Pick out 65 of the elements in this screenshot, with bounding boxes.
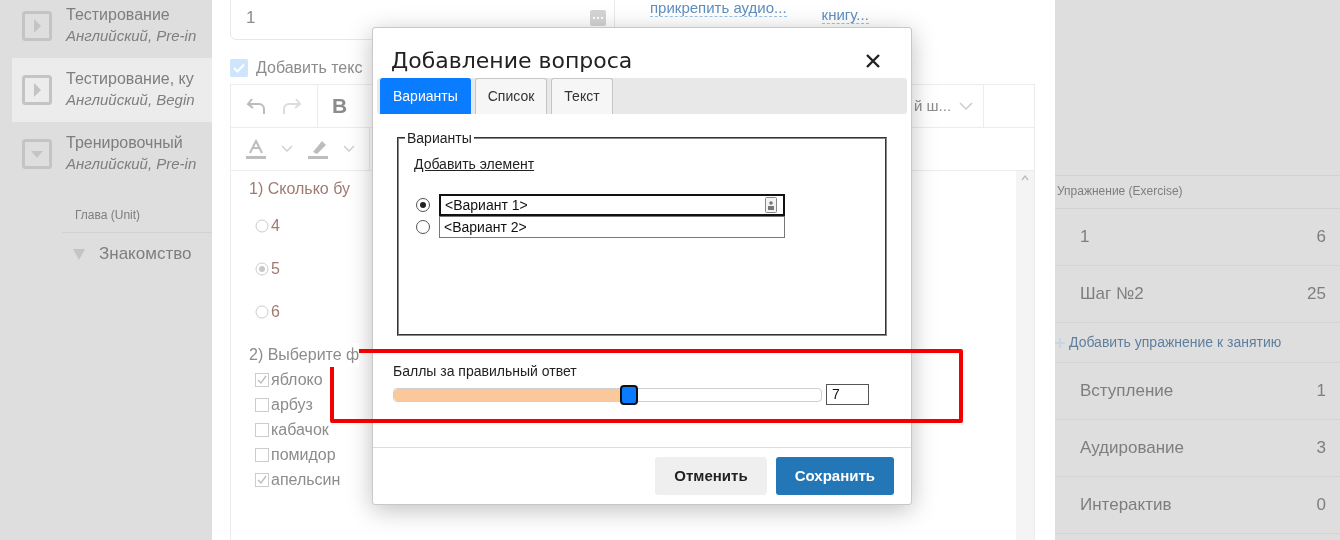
save-button[interactable]: Сохранить — [775, 457, 894, 495]
slider-label: Баллы за правильный ответ — [393, 362, 578, 381]
course-title[interactable]: Тестирование, ку — [66, 68, 195, 90]
column-header: Упражнение (Exercise) — [1055, 175, 1340, 209]
plus-icon — [1055, 337, 1065, 348]
course-subtitle: Английский, Pre-in — [66, 154, 197, 175]
collapse-icon[interactable] — [22, 139, 52, 169]
exercise-count: 0 — [1316, 494, 1326, 517]
highlighter-icon[interactable] — [307, 138, 329, 160]
exercise-count: 6 — [1316, 226, 1326, 249]
option-label: 5 — [271, 258, 280, 279]
dialog-title: Добавление вопроса — [391, 46, 633, 75]
checkbox[interactable] — [255, 447, 269, 462]
checkbox-label: Добавить текс — [256, 58, 363, 78]
exercise-count: 3 — [1316, 437, 1326, 460]
cancel-button[interactable]: Отменить — [655, 457, 767, 495]
exercise-item[interactable]: Шаг №2 — [1080, 281, 1144, 307]
option-label: апельсин — [271, 469, 341, 490]
exercise-count: 1 — [1316, 380, 1326, 403]
close-icon — [865, 52, 881, 69]
option-label: арбуз — [271, 394, 313, 415]
exercise-item[interactable]: Аудирование — [1080, 435, 1185, 461]
contact-card-icon — [765, 197, 777, 213]
option-label: яблоко — [271, 369, 323, 390]
attach-link[interactable]: прикрепить аудио... — [650, 0, 787, 17]
option-label: 6 — [271, 301, 280, 322]
add-exercise-link[interactable]: Добавить упражнение к занятию — [1055, 323, 1340, 363]
tab[interactable]: Список — [474, 78, 548, 114]
option-label: кабачок — [271, 419, 329, 440]
add-item-link[interactable]: Добавить элемент — [414, 154, 535, 175]
scrollbar[interactable] — [1016, 171, 1034, 540]
chevron-down-icon — [959, 102, 974, 110]
unit-item[interactable]: Знакомство — [99, 241, 192, 267]
option-field[interactable]: <Вариант 1> — [439, 194, 785, 216]
scroll-up-icon[interactable] — [1021, 175, 1029, 181]
checkbox[interactable] — [255, 397, 269, 412]
chevron-down-icon[interactable] — [343, 145, 355, 153]
bold-button[interactable]: B — [332, 90, 348, 122]
slider-thumb[interactable] — [619, 384, 638, 405]
triangle-down-icon[interactable] — [73, 247, 85, 260]
checkbox[interactable] — [255, 372, 269, 387]
course-subtitle: Английский, Pre-in — [66, 26, 197, 47]
score-input[interactable]: 7 — [826, 384, 869, 405]
exercise-item[interactable]: Вступление — [1080, 378, 1174, 404]
checkbox[interactable] — [255, 472, 269, 487]
option-label: 4 — [271, 215, 280, 236]
attach-link[interactable]: книгу... — [821, 7, 869, 24]
tab[interactable]: Варианты — [380, 78, 471, 114]
checkbox[interactable] — [230, 59, 248, 77]
exercise-count: 25 — [1307, 283, 1326, 306]
option-label: помидор — [271, 444, 336, 465]
course-title[interactable]: Тестирование — [66, 4, 197, 26]
option-field[interactable]: <Вариант 2> — [439, 216, 785, 238]
tab[interactable]: Текст — [551, 78, 613, 114]
font-select[interactable]: й ш... — [914, 85, 984, 127]
course-subtitle: Английский, Begin — [66, 90, 195, 111]
course-title[interactable]: Тренировочный — [66, 132, 197, 154]
checkbox[interactable] — [255, 422, 269, 437]
expand-icon[interactable] — [22, 75, 52, 105]
group-legend: Варианты — [405, 131, 474, 145]
exercise-item[interactable]: 1 — [1080, 224, 1090, 250]
chevron-down-icon[interactable] — [281, 145, 293, 153]
expand-icon[interactable] — [22, 11, 52, 41]
exercise-item[interactable]: Интерактив — [1080, 492, 1172, 518]
font-color-icon[interactable] — [245, 138, 267, 160]
